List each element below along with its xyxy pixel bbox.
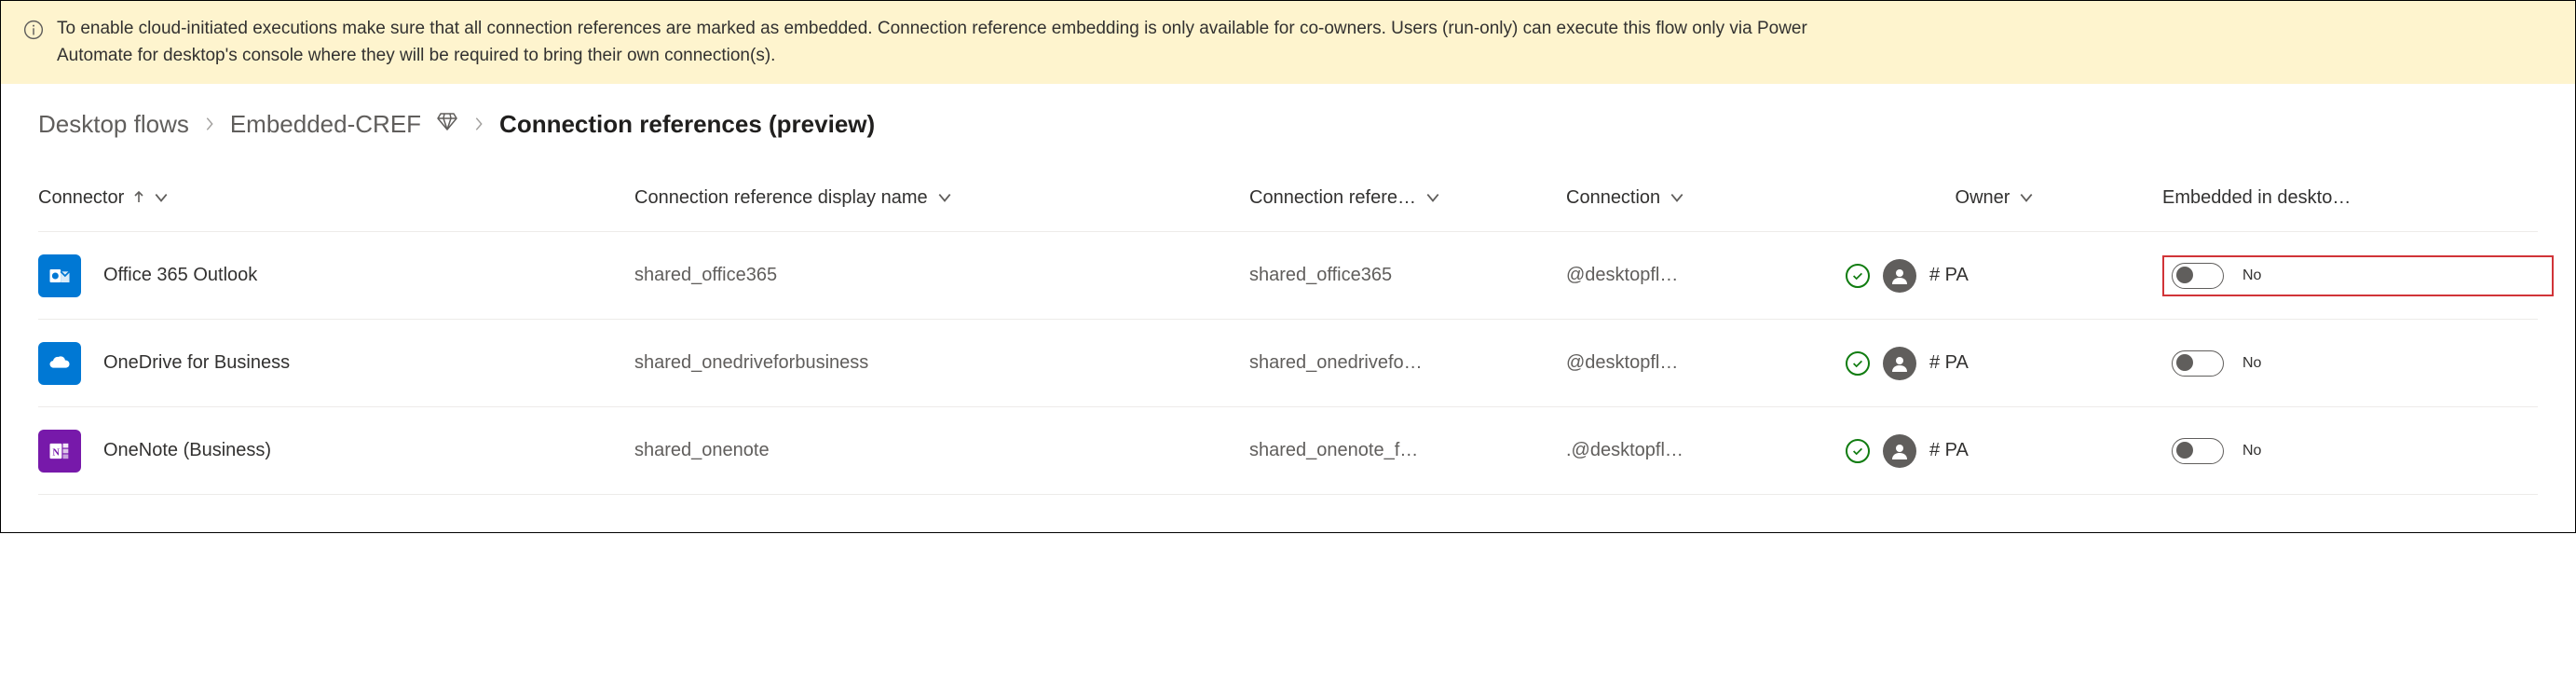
logical-name: shared_onedrivefo… — [1249, 352, 1566, 374]
embedded-toggle[interactable] — [2172, 438, 2224, 464]
column-header-connection[interactable]: Connection — [1566, 187, 1846, 209]
svg-text:N: N — [52, 447, 60, 458]
connection-value: .@desktopfl… — [1566, 440, 1846, 461]
chevron-down-icon — [154, 187, 169, 209]
owner-avatar-icon — [1883, 434, 1916, 468]
status-ok-icon — [1846, 439, 1870, 463]
outlook-icon — [38, 254, 81, 297]
display-name: shared_onedriveforbusiness — [634, 352, 1249, 374]
column-header-label: Embedded in deskto… — [2162, 187, 2351, 209]
chevron-down-icon — [1670, 187, 1684, 209]
connection-value: @desktopfl… — [1566, 352, 1846, 374]
table-row[interactable]: Office 365 Outlook shared_office365 shar… — [38, 232, 2538, 320]
breadcrumb-desktop-flows[interactable]: Desktop flows — [38, 110, 189, 139]
connector-name: OneNote (Business) — [103, 440, 271, 461]
table-header: Connector Connection reference display n… — [38, 165, 2538, 232]
onenote-icon: N — [38, 430, 81, 473]
embedded-label: No — [2242, 443, 2261, 459]
chevron-down-icon — [1425, 187, 1440, 209]
column-header-connector[interactable]: Connector — [38, 187, 634, 209]
logical-name: shared_onenote_f… — [1249, 440, 1566, 461]
owner-name: # PA — [1929, 265, 1969, 286]
owner-avatar-icon — [1883, 347, 1916, 380]
column-header-label: Connector — [38, 187, 124, 209]
embedded-label: No — [2242, 267, 2261, 284]
owner-name: # PA — [1929, 440, 1969, 461]
column-header-embedded[interactable]: Embedded in deskto… — [2162, 187, 2554, 209]
connection-value: @desktopfl… — [1566, 265, 1846, 286]
column-header-label: Connection reference display name — [634, 187, 928, 209]
sort-ascending-icon — [133, 187, 144, 209]
chevron-down-icon — [937, 187, 952, 209]
column-header-display-name[interactable]: Connection reference display name — [634, 187, 1249, 209]
premium-diamond-icon — [436, 110, 458, 139]
breadcrumb-current: Connection references (preview) — [499, 110, 875, 139]
breadcrumb-flow-name[interactable]: Embedded-CREF — [230, 110, 421, 139]
breadcrumb: Desktop flows Embedded-CREF Connection r… — [1, 84, 2575, 165]
column-header-owner[interactable]: Owner — [1846, 187, 2162, 209]
owner-name: # PA — [1929, 352, 1969, 374]
status-ok-icon — [1846, 264, 1870, 288]
embedded-label: No — [2242, 355, 2261, 372]
column-header-label: Owner — [1956, 187, 2010, 209]
display-name: shared_office365 — [634, 265, 1249, 286]
table-row[interactable]: OneDrive for Business shared_onedrivefor… — [38, 320, 2538, 407]
embedded-toggle[interactable] — [2172, 263, 2224, 289]
column-header-label: Connection refere… — [1249, 187, 1416, 209]
info-icon — [23, 16, 44, 49]
connector-name: OneDrive for Business — [103, 352, 290, 374]
column-header-label: Connection — [1566, 187, 1660, 209]
info-banner: To enable cloud-initiated executions mak… — [1, 1, 2575, 84]
chevron-right-icon — [473, 110, 484, 139]
info-banner-text: To enable cloud-initiated executions mak… — [57, 16, 1846, 69]
onedrive-icon — [38, 342, 81, 385]
chevron-down-icon — [2019, 187, 2034, 209]
status-ok-icon — [1846, 351, 1870, 376]
owner-avatar-icon — [1883, 259, 1916, 293]
connection-references-table: Connector Connection reference display n… — [1, 165, 2575, 532]
logical-name: shared_office365 — [1249, 265, 1566, 286]
embedded-toggle[interactable] — [2172, 350, 2224, 377]
connector-name: Office 365 Outlook — [103, 265, 257, 286]
column-header-logical-name[interactable]: Connection refere… — [1249, 187, 1566, 209]
chevron-right-icon — [204, 110, 215, 139]
display-name: shared_onenote — [634, 440, 1249, 461]
table-row[interactable]: N OneNote (Business) shared_onenote shar… — [38, 407, 2538, 495]
